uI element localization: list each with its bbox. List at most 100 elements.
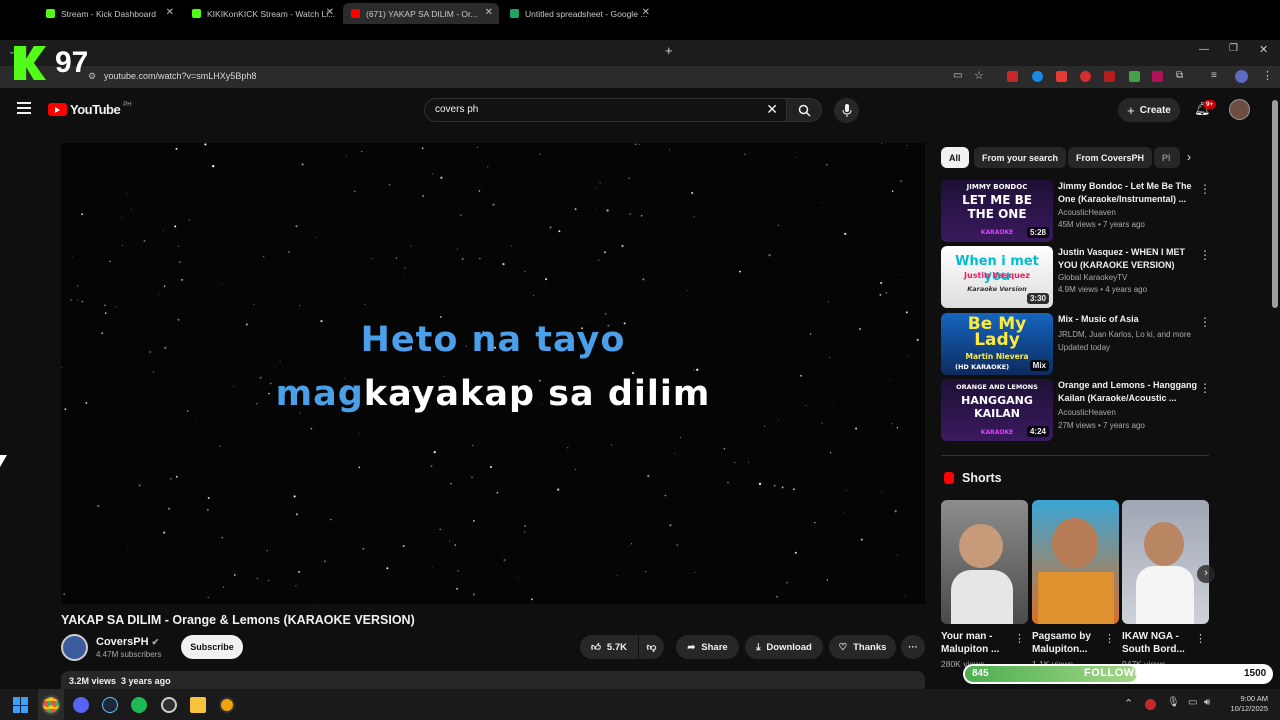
more-actions-button[interactable]: ···: [901, 635, 925, 659]
site-info-icon[interactable]: ⚙: [88, 71, 96, 82]
kebab-menu-icon[interactable]: ⋮: [1199, 315, 1211, 329]
clear-search-icon[interactable]: ✕: [766, 101, 778, 118]
file-explorer-icon[interactable]: [190, 697, 206, 713]
kebab-menu-icon[interactable]: ⋮: [1104, 632, 1115, 645]
star: [891, 423, 893, 425]
tab-close-icon[interactable]: ✕: [485, 7, 493, 18]
star: [223, 586, 225, 588]
youtube-wordmark: YouTube: [70, 102, 121, 117]
extension-icon[interactable]: [1007, 71, 1018, 82]
cast-icon[interactable]: ▭: [953, 70, 962, 81]
kebab-menu-icon[interactable]: ⋮: [1199, 248, 1211, 262]
chip-partial[interactable]: Pl: [1154, 147, 1180, 168]
extension-icon[interactable]: [1152, 71, 1163, 82]
extension-icon[interactable]: [1129, 71, 1140, 82]
tray-volume-icon[interactable]: 🔊︎: [1204, 697, 1210, 708]
recommendation-item[interactable]: When i met you Justin Vasquez Karaoke Ve…: [941, 246, 1211, 308]
tab-close-icon[interactable]: ✕: [642, 7, 650, 18]
spotify-icon[interactable]: [131, 697, 147, 713]
star: [127, 548, 129, 550]
steam-icon[interactable]: [102, 697, 118, 713]
tab-close-icon[interactable]: ✕: [166, 7, 174, 18]
star: [402, 545, 405, 548]
sheets-favicon: [510, 9, 519, 18]
tab-youtube-video[interactable]: (671) YAKAP SA DILIM - Or... ✕: [343, 3, 499, 24]
kebab-menu-icon[interactable]: ⋮: [1195, 632, 1206, 645]
chip-from-your-search[interactable]: From your search: [974, 147, 1067, 168]
tray-display-icon[interactable]: ▭: [1188, 697, 1197, 708]
extension-icon[interactable]: [1104, 71, 1115, 82]
tab-google-sheets[interactable]: Untitled spreadsheet - Google ... ✕: [502, 3, 656, 24]
kebab-menu-icon[interactable]: ⋮: [1199, 381, 1211, 395]
star: [273, 490, 275, 492]
search-button[interactable]: [786, 98, 822, 122]
extension-icon[interactable]: [1056, 71, 1067, 82]
url-field[interactable]: youtube.com/watch?v=smLHXy5Bph8: [104, 71, 256, 81]
tray-app-icon[interactable]: [1145, 699, 1156, 710]
short-thumbnail[interactable]: [1032, 500, 1119, 624]
voice-search-button[interactable]: [834, 98, 859, 123]
star: [207, 596, 209, 599]
star: [531, 598, 533, 601]
search-input[interactable]: covers ph ✕: [424, 98, 786, 122]
new-tab-icon[interactable]: +: [665, 43, 673, 58]
star: [295, 513, 298, 516]
windows-start-icon[interactable]: [13, 697, 29, 713]
star: [169, 477, 172, 480]
star: [676, 544, 678, 546]
kebab-menu-icon[interactable]: ⋮: [1199, 182, 1211, 196]
video-player[interactable]: Heto na tayo magkayakap sa dilim: [61, 143, 925, 604]
download-button[interactable]: ⤓ Download: [745, 635, 823, 659]
share-button[interactable]: ➦ Share: [676, 635, 739, 659]
description-box[interactable]: 3.2M views 3 years ago: [61, 671, 925, 689]
star: [81, 300, 84, 303]
like-button[interactable]: 👍︎ 5.7K: [580, 635, 638, 659]
kebab-menu-icon[interactable]: ⋮: [1014, 632, 1025, 645]
hamburger-menu-icon[interactable]: [17, 102, 31, 114]
tab-close-icon[interactable]: ✕: [326, 7, 334, 18]
star: [900, 274, 902, 275]
create-button[interactable]: + Create: [1118, 98, 1180, 122]
thanks-button[interactable]: ♡ Thanks: [829, 635, 896, 659]
discord-icon[interactable]: [73, 697, 89, 713]
extension-icon[interactable]: [1080, 71, 1091, 82]
short-thumbnail[interactable]: [1122, 500, 1209, 624]
restore-icon[interactable]: ❐: [1229, 43, 1238, 54]
recommendation-title: Mix - Music of Asia: [1058, 314, 1139, 324]
recommendation-item[interactable]: Be My Lady Martin Nievera (HD KARAOKE) M…: [941, 313, 1211, 375]
extensions-puzzle-icon[interactable]: ⧉: [1176, 70, 1183, 81]
page-scrollbar[interactable]: [1272, 100, 1278, 308]
recommendation-item[interactable]: JIMMY BONDOC LET ME BE THE ONE KARAOKE 5…: [941, 180, 1211, 242]
bookmark-star-icon[interactable]: ☆: [974, 69, 984, 82]
youtube-logo[interactable]: YouTube PH: [48, 102, 132, 117]
star: [175, 147, 178, 150]
tab-kick-dashboard[interactable]: Stream - Kick Dashboard ✕: [38, 3, 180, 24]
taskbar-clock[interactable]: 9:00 AM 10/12/2025: [1222, 694, 1268, 714]
short-thumbnail[interactable]: [941, 500, 1028, 624]
recommendation-item[interactable]: ORANGE AND LEMONS HANGGANG KAILAN KARAOK…: [941, 379, 1211, 441]
extension-icon[interactable]: [1032, 71, 1043, 82]
channel-name[interactable]: CoversPH ✔: [96, 636, 159, 648]
star: [454, 544, 457, 546]
dislike-button[interactable]: 👎︎: [639, 635, 664, 659]
media-control-icon[interactable]: ≡: [1211, 70, 1217, 81]
tab-kick-stream[interactable]: KIKIKonKICK Stream - Watch Li... ✕: [184, 3, 340, 24]
star: [291, 583, 292, 585]
minimize-icon[interactable]: —: [1199, 44, 1209, 55]
obs-icon[interactable]: [161, 697, 177, 713]
channel-avatar[interactable]: [61, 634, 88, 661]
tray-mic-icon[interactable]: 🎙︎: [1167, 697, 1180, 708]
star: [77, 299, 79, 301]
tray-chevron-icon[interactable]: ⌃: [1124, 697, 1133, 710]
chip-from-coversph[interactable]: From CoversPH: [1068, 147, 1153, 168]
profile-avatar[interactable]: [1235, 70, 1248, 83]
chips-next-icon[interactable]: ›: [1187, 150, 1191, 164]
app-icon[interactable]: [219, 697, 235, 713]
mix-badge: Mix: [1029, 360, 1049, 371]
close-window-icon[interactable]: ✕: [1259, 43, 1268, 56]
subscribe-button[interactable]: Subscribe: [181, 635, 243, 659]
chip-all[interactable]: All: [941, 147, 969, 168]
shorts-next-icon[interactable]: ›: [1197, 565, 1215, 583]
account-avatar[interactable]: [1229, 99, 1250, 120]
browser-menu-icon[interactable]: ⋮: [1262, 69, 1273, 82]
